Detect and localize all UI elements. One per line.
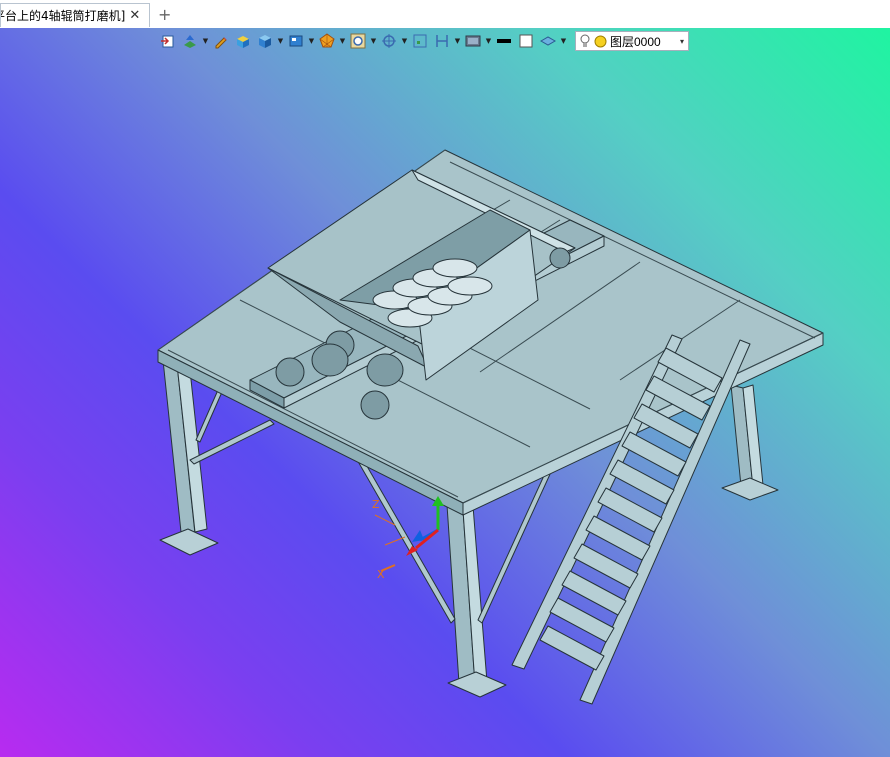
x-axis-label: X [377, 568, 385, 581]
add-tab-icon[interactable]: + [158, 5, 171, 24]
close-icon[interactable]: ✕ [129, 8, 140, 23]
document-tab[interactable]: 平台上的4轴辊筒打磨机] ✕ [0, 3, 150, 27]
3d-viewport[interactable]: ▼ ▼ ▼ ▼ ▼ ▼ ▼ ▼ ▼ 图层0000 ▾ X Z [0, 28, 890, 757]
z-axis-label: Z [372, 498, 380, 511]
document-tab-title: 平台上的4轴辊筒打磨机] [0, 9, 126, 23]
document-tab-bar: 平台上的4轴辊筒打磨机] ✕ + [0, 0, 890, 29]
platform-roller-sander-model[interactable] [0, 28, 890, 757]
